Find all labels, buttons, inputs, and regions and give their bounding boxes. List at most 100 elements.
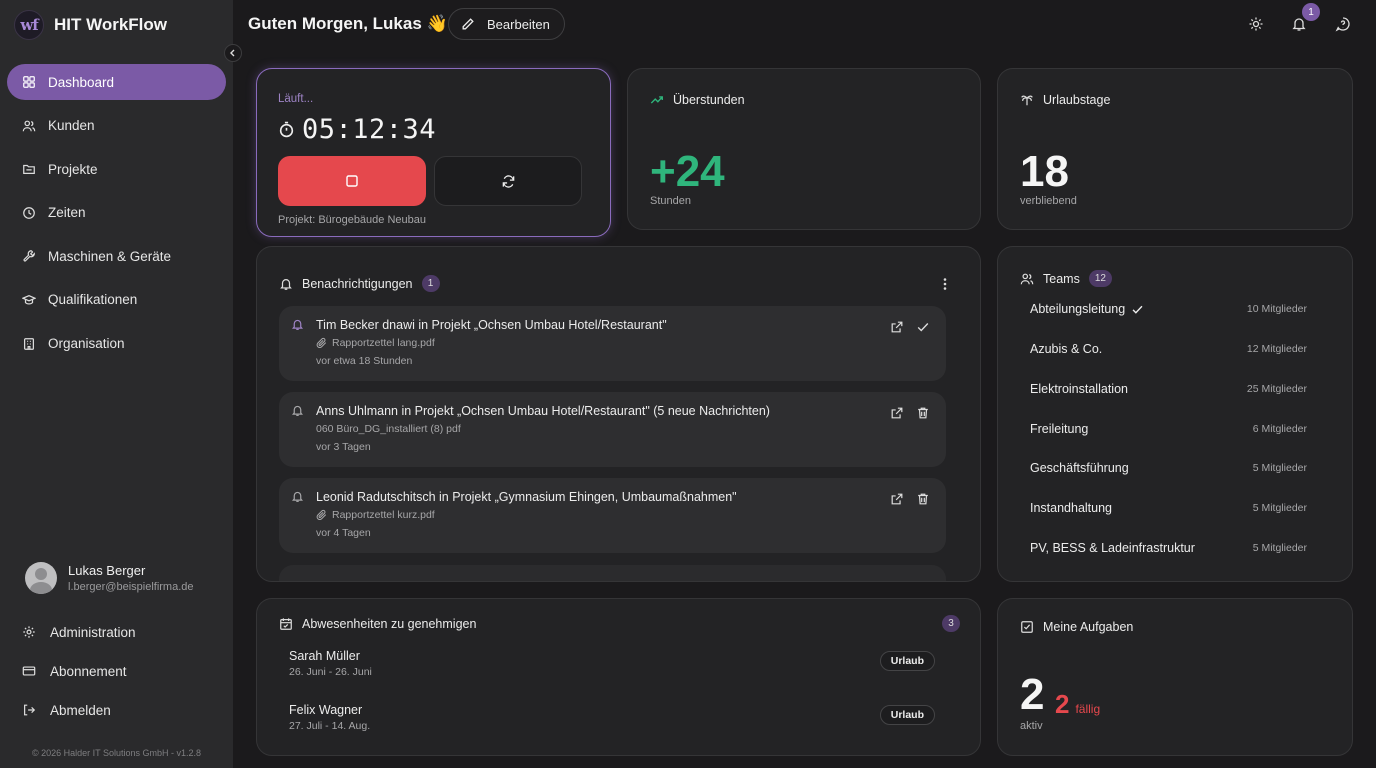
sidebar-item-zeiten[interactable]: Zeiten <box>7 195 226 231</box>
team-name: Geschäftsführung <box>1030 461 1129 475</box>
tasks-card: Meine Aufgaben 2 2 fällig aktiv <box>997 598 1353 756</box>
more-options-icon[interactable] <box>937 276 953 292</box>
team-name: Abteilungsleitung <box>1030 302 1144 316</box>
team-name: PV, BESS & Ladeinfrastruktur <box>1030 541 1195 555</box>
vacation-value: 18 <box>1020 147 1069 196</box>
notification-file-name: Rapportzettel lang.pdf <box>332 337 435 349</box>
sidebar-item-label: Maschinen & Geräte <box>48 248 172 264</box>
team-row[interactable]: Geschäftsführung 5 Mitglieder <box>1030 461 1307 475</box>
team-member-count: 10 Mitglieder <box>1246 303 1307 315</box>
tasks-due-label: fällig <box>1075 702 1101 716</box>
team-member-count: 6 Mitglieder <box>1252 423 1307 435</box>
sidebar-item-label: Qualifikationen <box>48 292 138 308</box>
open-external-icon[interactable] <box>890 320 904 334</box>
sun-icon[interactable] <box>1248 16 1264 32</box>
sidebar-item-dashboard[interactable]: Dashboard <box>7 64 226 100</box>
sidebar-item-organisation[interactable]: Organisation <box>7 326 226 362</box>
open-external-icon[interactable] <box>890 492 904 506</box>
trash-icon[interactable] <box>916 406 930 420</box>
absences-count-badge: 3 <box>942 615 960 632</box>
absence-dates: 27. Juli - 14. Aug. <box>289 720 371 732</box>
team-name: Azubis & Co. <box>1030 342 1103 356</box>
notifications-title-label: Benachrichtigungen <box>302 276 413 291</box>
sidebar-item-label: Dashboard <box>48 74 115 90</box>
sidebar-item-label: Kunden <box>48 118 95 134</box>
overtime-value: +24 <box>650 147 725 196</box>
sidebar-nav: Dashboard Kunden Projekte Zeiten Maschin… <box>7 64 226 369</box>
trending-up-icon <box>650 96 663 104</box>
team-row[interactable]: Abteilungsleitung 10 Mitglieder <box>1030 302 1307 316</box>
absence-row[interactable]: Felix Wagner 27. Juli - 14. Aug. Urlaub <box>289 703 935 732</box>
tasks-due-count: 2 <box>1055 689 1070 719</box>
refresh-icon <box>502 174 514 188</box>
notifications-card: Benachrichtigungen 1 Tim Becker dnawi in… <box>256 246 981 582</box>
check-icon[interactable] <box>916 320 930 334</box>
team-name: Elektroinstallation <box>1030 382 1128 396</box>
notification-item[interactable]: Anns Uhlmann in Projekt „Ochsen Umbau Ho… <box>279 392 946 467</box>
wrench-icon <box>23 250 35 262</box>
tasks-due: 2 fällig <box>1055 689 1100 720</box>
notification-item[interactable]: Leonid Radutschitsch in Projekt „Gymnasi… <box>279 478 946 553</box>
absence-employee: Sarah Müller <box>289 649 360 663</box>
sidebar-item-label: Administration <box>50 624 136 640</box>
sidebar-item-maschinen[interactable]: Maschinen & Geräte <box>7 238 226 274</box>
absences-title: Abwesenheiten zu genehmigen <box>279 617 476 631</box>
notification-attachment[interactable]: Rapportzettel kurz.pdf <box>316 509 435 521</box>
sidebar-item-label: Organisation <box>48 336 125 352</box>
notification-item[interactable]: Tim Becker dnawi in Projekt „Ochsen Umba… <box>279 306 946 381</box>
avatar <box>25 562 57 594</box>
logout-button[interactable]: Abmelden <box>22 698 136 722</box>
team-name: Instandhaltung <box>1030 501 1113 515</box>
checkbox-icon <box>1021 621 1033 633</box>
credit-card-icon <box>22 666 36 676</box>
stop-icon <box>346 175 358 187</box>
team-row[interactable]: PV, BESS & Ladeinfrastruktur 5 Mitgliede… <box>1030 541 1307 555</box>
team-row[interactable]: Instandhaltung 5 Mitglieder <box>1030 501 1307 515</box>
teams-title-label: Teams <box>1043 271 1080 286</box>
logo: wf <box>14 10 44 40</box>
timer-display: 05:12:34 <box>278 114 436 145</box>
trash-icon[interactable] <box>916 492 930 506</box>
team-row[interactable]: Freileitung 6 Mitglieder <box>1030 422 1307 436</box>
sidebar-item-abonnement[interactable]: Abonnement <box>22 659 136 683</box>
logo-text: wf <box>20 16 38 34</box>
edit-button[interactable]: Bearbeiten <box>448 8 565 40</box>
user-name: Lukas Berger <box>68 563 146 578</box>
app-name: HIT WorkFlow <box>54 15 168 34</box>
teams-count-badge: 12 <box>1088 270 1112 287</box>
building-icon <box>24 337 34 350</box>
logout-icon <box>24 704 36 716</box>
brand[interactable]: wf HIT WorkFlow <box>14 10 167 40</box>
vacation-sub: verbliebend <box>1020 195 1077 207</box>
notification-time: vor 4 Tagen <box>316 527 371 539</box>
sidebar-item-administration[interactable]: Administration <box>22 620 136 644</box>
team-row[interactable]: Elektroinstallation 25 Mitglieder <box>1030 382 1307 396</box>
sidebar: wf HIT WorkFlow Dashboard Kunden Projekt… <box>0 0 233 768</box>
collapse-sidebar-button[interactable] <box>224 44 242 62</box>
notification-file-name: 060 Büro_DG_installiert (8) pdf <box>316 423 461 435</box>
copyright: © 2026 Halder IT Solutions GmbH - v1.2.8 <box>32 748 202 758</box>
sidebar-item-kunden[interactable]: Kunden <box>7 108 226 144</box>
notification-attachment[interactable]: Rapportzettel lang.pdf <box>316 337 435 349</box>
stop-timer-button[interactable] <box>278 156 426 206</box>
open-external-icon[interactable] <box>890 406 904 420</box>
team-row[interactable]: Azubis & Co. 12 Mitglieder <box>1030 342 1307 356</box>
timer-project: Projekt: Bürogebäude Neubau <box>278 214 426 226</box>
vacation-card: Urlaubstage 18 verbliebend <box>997 68 1353 230</box>
notification-title: Leonid Radutschitsch in Projekt „Gymnasi… <box>316 490 737 504</box>
sidebar-item-projekte[interactable]: Projekte <box>7 151 226 187</box>
stopwatch-icon <box>279 121 294 138</box>
switch-project-button[interactable] <box>434 156 582 206</box>
overtime-title: Überstunden <box>650 93 745 107</box>
tasks-active-label: aktiv <box>1020 720 1043 732</box>
absence-row[interactable]: Sarah Müller 26. Juni - 26. Juni Urlaub <box>289 649 935 678</box>
page-title: Guten Morgen, Lukas 👋 <box>248 14 448 33</box>
notification-title: Tim Becker dnawi in Projekt „Ochsen Umba… <box>316 318 667 332</box>
team-name-label: Abteilungsleitung <box>1030 302 1126 316</box>
tasks-active-count: 2 <box>1020 670 1045 719</box>
sidebar-item-qualifikationen[interactable]: Qualifikationen <box>7 282 226 318</box>
notification-attachment[interactable]: 060 Büro_DG_installiert (8) pdf <box>316 423 461 435</box>
help-icon[interactable] <box>1335 16 1351 32</box>
overtime-sub: Stunden <box>650 195 691 207</box>
user-profile[interactable]: Lukas Berger l.berger@beispielfirma.de <box>25 562 194 594</box>
